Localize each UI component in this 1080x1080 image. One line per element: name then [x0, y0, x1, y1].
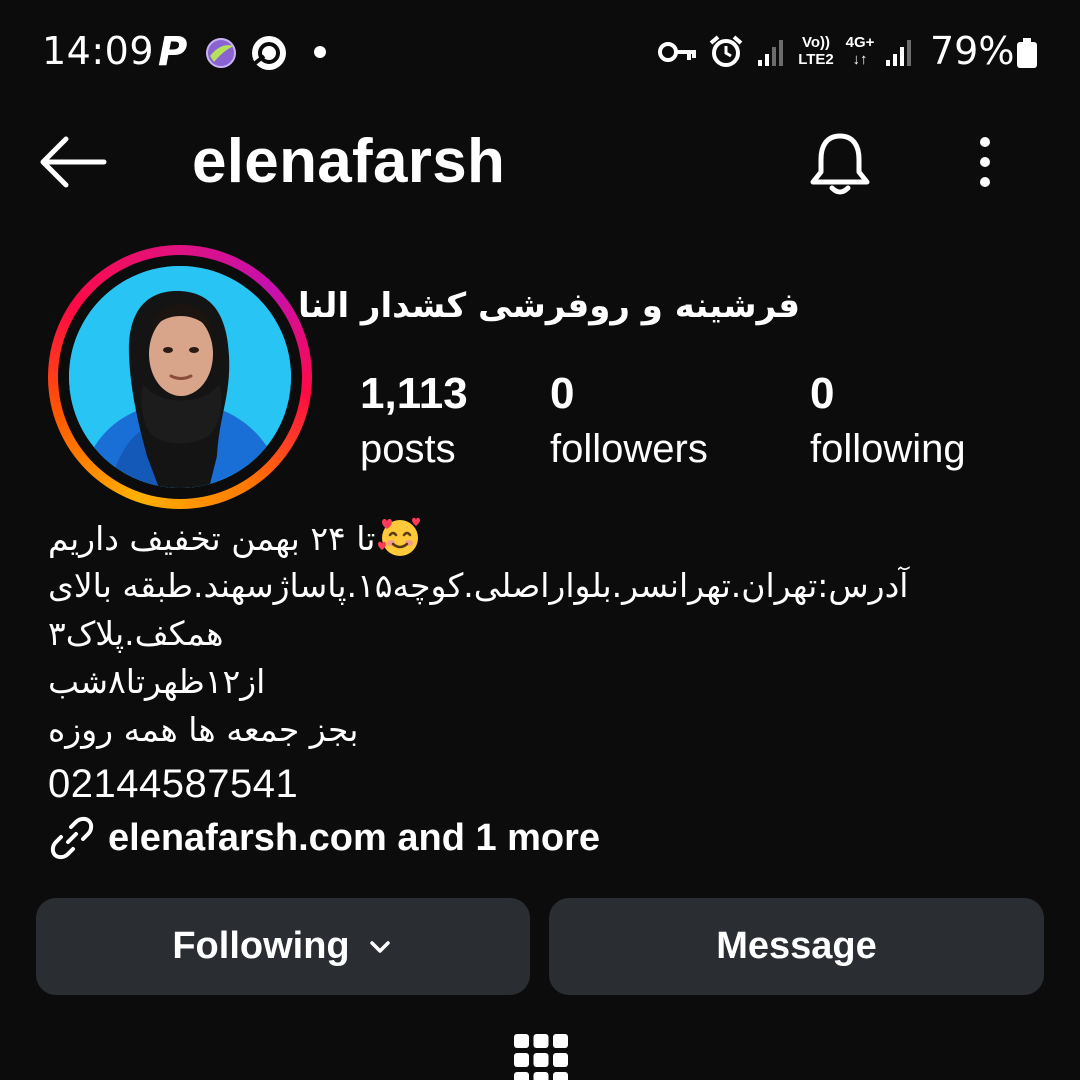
notification-dot — [314, 46, 326, 58]
instagram-profile-screen: 14:09 P Vo)) LTE2 4G+ ↓↑ 79% elenafarsh … — [0, 0, 1080, 1080]
app-notification-icon — [206, 38, 236, 68]
following-stat[interactable]: 0 following — [810, 366, 966, 476]
status-time: 14:09 — [42, 29, 155, 73]
message-button-label: Message — [716, 925, 877, 967]
avatar — [69, 266, 291, 488]
posts-stat[interactable]: 1,113 posts — [360, 366, 468, 476]
story-ring[interactable] — [48, 245, 312, 509]
smiling-face-with-hearts-icon — [377, 517, 420, 556]
posts-label: posts — [360, 427, 456, 471]
followers-stat[interactable]: 0 followers — [550, 366, 708, 476]
message-button[interactable]: Message — [549, 898, 1044, 995]
signal-strength-icon — [758, 40, 783, 66]
parking-app-icon: P — [158, 29, 188, 75]
followers-label: followers — [550, 427, 708, 471]
bio: تا ۲۴ بهمن تخفیف داریم آدرس:تهران.تهرانس… — [48, 514, 968, 811]
website-link-text: elenafarsh.com and 1 more — [108, 817, 601, 859]
posts-count: 1,113 — [360, 369, 468, 418]
bio-line-5: بجز جمعه ها همه روزه — [48, 710, 359, 749]
battery-percent: 79% — [930, 29, 1015, 73]
bell-icon[interactable] — [804, 128, 876, 200]
following-label: following — [810, 427, 966, 471]
vpn-key-icon — [658, 42, 696, 62]
battery-icon — [1017, 38, 1037, 68]
bio-line-1-text: تا ۲۴ بهمن تخفیف داریم — [48, 519, 376, 558]
following-button[interactable]: Following — [36, 898, 530, 995]
signal-strength-icon-2 — [886, 40, 911, 66]
following-count: 0 — [810, 369, 835, 418]
sync-icon — [252, 36, 286, 70]
bio-phone: 02144587541 — [48, 762, 299, 806]
bio-line-2: آدرس:تهران.تهرانسر.بلواراصلی.کوچه۱۵.پاسا… — [48, 566, 909, 605]
display-name: فرشینه و روفرشی کشدار النا — [298, 286, 800, 326]
website-link[interactable]: elenafarsh.com and 1 more — [48, 810, 600, 866]
network-type-indicator: 4G+ ↓↑ — [842, 34, 878, 68]
followers-count: 0 — [550, 369, 575, 418]
bio-line-1: تا ۲۴ بهمن تخفیف داریم — [48, 514, 968, 562]
volte-indicator: Vo)) LTE2 — [794, 34, 838, 68]
status-bar: 14:09 P Vo)) LTE2 4G+ ↓↑ 79% — [0, 0, 1080, 104]
link-icon — [50, 816, 94, 860]
alarm-icon — [709, 35, 743, 67]
back-arrow-icon[interactable] — [36, 130, 108, 194]
following-button-label: Following — [172, 925, 350, 967]
avatar-photo — [69, 266, 291, 488]
volte-bottom-text: LTE2 — [798, 51, 834, 68]
network-type-text: 4G+ — [845, 34, 875, 51]
chevron-down-icon — [369, 940, 390, 953]
bio-line-3: همکف.پلاک۳ — [48, 614, 224, 653]
more-options-icon[interactable] — [960, 128, 1010, 200]
profile-username: elenafarsh — [192, 127, 506, 196]
bio-line-4: از۱۲ظهرتا۸شب — [48, 662, 266, 701]
volte-top-text: Vo)) — [801, 34, 831, 51]
data-activity-arrows: ↓↑ — [852, 51, 868, 68]
grid-icon[interactable] — [514, 1034, 568, 1080]
